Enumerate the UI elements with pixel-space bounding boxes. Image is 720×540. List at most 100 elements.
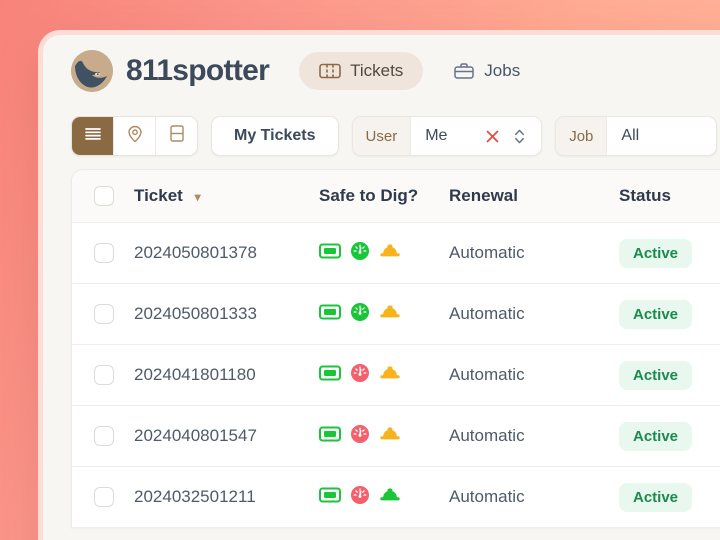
tab-tickets[interactable]: Tickets (299, 52, 423, 90)
tickets-table: Ticket ▾ Safe to Dig? Renewal Status 202… (71, 169, 720, 528)
app-window-card: 811spotter Tickets (38, 30, 720, 540)
table-row[interactable]: 2024032501211 Automatic Active (72, 467, 720, 528)
tab-jobs[interactable]: Jobs (433, 52, 540, 90)
cell-status: Active (619, 300, 720, 329)
hard-hat-icon (379, 303, 401, 325)
user-filter-value[interactable]: Me (411, 117, 479, 155)
ticket-number-label: 2024050801333 (134, 304, 257, 323)
renewal-label: Automatic (449, 365, 525, 384)
list-view-button[interactable] (72, 117, 114, 155)
list-icon (85, 127, 101, 146)
table-row[interactable]: 2024050801378 Automatic Active (72, 223, 720, 284)
gauge-icon (350, 485, 370, 510)
cell-safe-to-dig (319, 363, 449, 388)
cell-status: Active (619, 422, 720, 451)
ticket-badge-icon (319, 304, 341, 325)
row-checkbox[interactable] (94, 243, 114, 263)
cell-status: Active (619, 239, 720, 268)
cell-safe-to-dig (319, 241, 449, 266)
ticket-icon (319, 62, 341, 80)
renewal-label: Automatic (449, 304, 525, 323)
cell-ticket-number[interactable]: 2024050801333 (134, 304, 319, 324)
cell-ticket-number[interactable]: 2024041801180 (134, 365, 319, 385)
user-filter-stepper[interactable] (505, 117, 541, 155)
split-view-button[interactable] (156, 117, 197, 155)
ticket-badge-icon (319, 243, 341, 264)
cell-ticket-number[interactable]: 2024032501211 (134, 487, 319, 507)
table-header-row: Ticket ▾ Safe to Dig? Renewal Status (72, 170, 720, 223)
cell-safe-to-dig (319, 302, 449, 327)
cell-renewal: Automatic (449, 304, 619, 324)
row-checkbox[interactable] (94, 365, 114, 385)
table-row[interactable]: 2024040801547 Automatic Active (72, 406, 720, 467)
cell-ticket-number[interactable]: 2024050801378 (134, 243, 319, 263)
ticket-badge-icon (319, 365, 341, 386)
cell-safe-to-dig (319, 424, 449, 449)
ticket-number-label: 2024041801180 (134, 365, 256, 384)
app-header: 811spotter Tickets (43, 35, 720, 107)
table-row[interactable]: 2024050801333 Automatic Active (72, 284, 720, 345)
user-filter-clear-icon[interactable] (479, 117, 505, 155)
map-pin-icon (127, 125, 143, 148)
cell-status: Active (619, 361, 720, 390)
row-select-cell (94, 365, 134, 385)
cell-ticket-number[interactable]: 2024040801547 (134, 426, 319, 446)
cell-renewal: Automatic (449, 365, 619, 385)
row-checkbox[interactable] (94, 304, 114, 324)
column-header-renewal: Renewal (449, 186, 619, 206)
renewal-label: Automatic (449, 426, 525, 445)
table-row[interactable]: 2024041801180 Automatic Active (72, 345, 720, 406)
status-badge: Active (619, 422, 692, 451)
cell-status: Active (619, 483, 720, 512)
map-view-button[interactable] (114, 117, 156, 155)
user-filter-label: User (353, 117, 412, 155)
job-filter-value[interactable]: All (607, 117, 675, 155)
table-body: 2024050801378AutomaticActive202405080133… (72, 223, 720, 528)
job-filter-label: Job (556, 117, 607, 155)
main-tabs: Tickets Jobs (299, 52, 540, 90)
split-panel-icon (170, 125, 184, 147)
row-checkbox[interactable] (94, 426, 114, 446)
cell-safe-to-dig (319, 485, 449, 510)
my-tickets-button[interactable]: My Tickets (211, 116, 339, 156)
row-select-cell (94, 304, 134, 324)
column-header-safe-to-dig: Safe to Dig? (319, 186, 449, 206)
chevron-down-icon[interactable]: ▾ (195, 190, 201, 204)
status-badge: Active (619, 239, 692, 268)
hard-hat-icon (379, 486, 401, 508)
gauge-icon (350, 302, 370, 327)
filter-toolbar: My Tickets User Me Job All (43, 107, 720, 165)
tab-jobs-label: Jobs (484, 61, 520, 81)
gauge-icon (350, 363, 370, 388)
select-all-cell (94, 186, 134, 206)
row-checkbox[interactable] (94, 487, 114, 507)
status-badge: Active (619, 483, 692, 512)
row-select-cell (94, 487, 134, 507)
job-filter: Job All (555, 116, 717, 156)
hard-hat-icon (379, 242, 401, 264)
brand-name: 811spotter (126, 54, 269, 88)
hard-hat-icon (379, 425, 401, 447)
column-header-ticket[interactable]: Ticket ▾ (134, 186, 319, 206)
page-background: 811spotter Tickets (0, 0, 720, 540)
status-badge: Active (619, 361, 692, 390)
hard-hat-icon (379, 364, 401, 386)
renewal-label: Automatic (449, 243, 525, 262)
cell-renewal: Automatic (449, 243, 619, 263)
view-mode-toggle (71, 116, 198, 156)
status-badge: Active (619, 300, 692, 329)
row-select-cell (94, 426, 134, 446)
gauge-icon (350, 241, 370, 266)
ticket-badge-icon (319, 426, 341, 447)
column-header-ticket-label: Ticket (134, 186, 183, 205)
user-filter: User Me (352, 116, 543, 156)
briefcase-icon (453, 62, 475, 81)
select-all-checkbox[interactable] (94, 186, 114, 206)
ticket-number-label: 2024050801378 (134, 243, 257, 262)
ticket-number-label: 2024040801547 (134, 426, 257, 445)
gauge-icon (350, 424, 370, 449)
brand-logo[interactable]: 811spotter (71, 50, 269, 92)
cell-renewal: Automatic (449, 487, 619, 507)
tab-tickets-label: Tickets (350, 61, 403, 81)
renewal-label: Automatic (449, 487, 525, 506)
